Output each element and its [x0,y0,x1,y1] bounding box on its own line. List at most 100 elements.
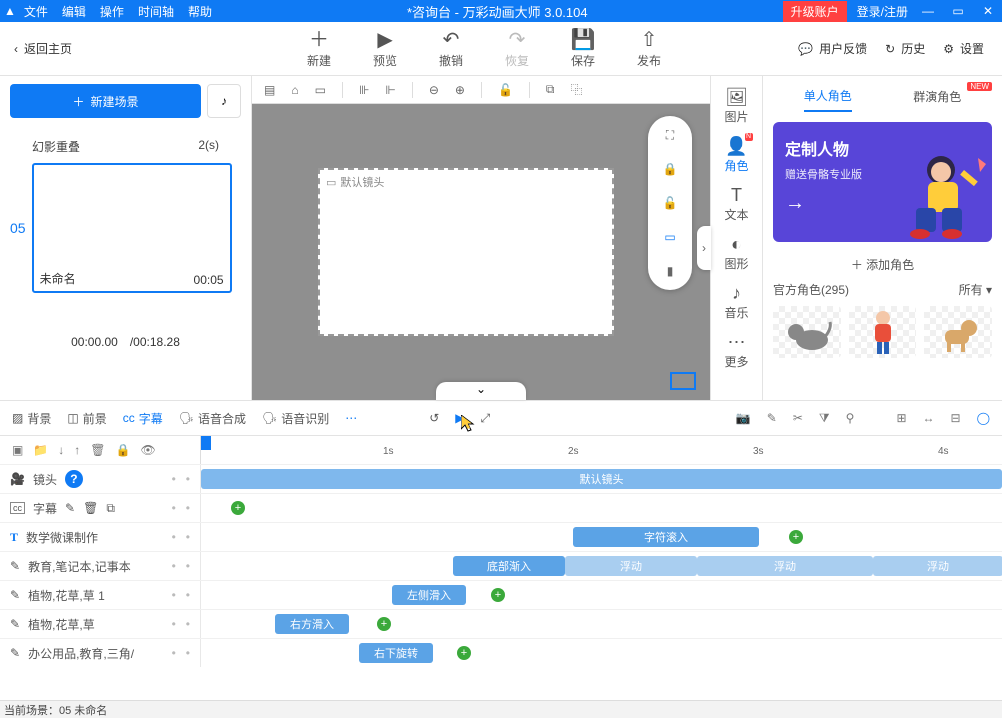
clip-bottom-in[interactable]: 底部渐入 [453,556,565,576]
toolbar-设置[interactable]: ⚙设置 [943,40,984,57]
maximize-button[interactable]: ▭ [948,4,968,18]
add-character-button[interactable]: ＋ 添加角色 [773,256,992,273]
more-icon[interactable]: ⋯ [345,411,357,425]
tab-background[interactable]: ▨背景 [12,410,51,427]
scissors-icon[interactable]: ✂ [793,411,803,426]
zoom-timeline-in-icon[interactable]: ⊞ [896,411,906,426]
character-item[interactable] [773,306,841,358]
clip-float[interactable]: 浮动 [565,556,697,576]
add-track-icon[interactable]: ▣ [12,443,23,457]
align-left-icon[interactable]: ⊪ [359,83,369,97]
character-item[interactable] [849,306,917,358]
clip-left-in[interactable]: 左侧滑入 [392,585,466,605]
arrow-down-icon[interactable]: ↓ [58,443,64,457]
menu-help[interactable]: 帮助 [188,3,212,20]
close-button[interactable]: ✕ [978,4,998,18]
add-keyframe-button[interactable]: + [491,588,505,602]
visibility-icon[interactable]: 👁 [140,443,155,457]
tab-subtitle[interactable]: cc字幕 [123,410,163,427]
expand-right-icon[interactable]: › [697,226,711,270]
tab-group-char[interactable]: 群演角色 [913,88,961,111]
toolbar-保存[interactable]: 💾保存 [550,28,616,69]
clip-scroll[interactable]: 字符滚入 [573,527,759,547]
character-item[interactable] [924,306,992,358]
playhead[interactable] [201,436,211,450]
link-icon[interactable]: ⚲ [846,411,855,426]
expand-icon[interactable]: ⤢ [481,411,491,426]
menu-file[interactable]: 文件 [24,3,48,20]
toolbar-新建[interactable]: ＋新建 [286,28,352,69]
zoom-timeline-out-icon[interactable]: ⊟ [951,411,961,426]
arrow-up-icon[interactable]: ↑ [74,443,80,457]
lock-tracks-icon[interactable]: 🔒 [116,443,131,457]
filter-icon[interactable]: ⧩ [819,411,830,426]
sidetab-图形[interactable]: ◐图形 [724,233,748,272]
tab-tts[interactable]: 🗣语音合成 [179,410,246,427]
add-keyframe-button[interactable]: + [377,617,391,631]
fullscreen-icon[interactable]: ⛶ [659,126,681,144]
copy-icon[interactable]: ⧉ [106,501,115,516]
tab-single-char[interactable]: 单人角色 [804,87,852,112]
history-icon[interactable]: ↺ [429,411,439,425]
align-center-icon[interactable]: ⊩ [385,83,395,97]
delete-icon[interactable]: 🗑 [90,443,105,457]
chevron-down-icon[interactable]: ⌄ [436,382,526,400]
layers-icon[interactable]: ▤ [264,83,275,97]
sidetab-文本[interactable]: T文本 [724,184,748,223]
menu-edit[interactable]: 编辑 [62,3,86,20]
sound-button[interactable]: ♪ [207,84,241,118]
toolbar-用户反馈[interactable]: 💬用户反馈 [798,40,867,57]
camera-clip[interactable]: 默认镜头 [201,469,1002,489]
back-home-button[interactable]: ‹ 返回主页 [0,40,86,57]
edit-icon[interactable]: ✎ [767,411,777,426]
clip-right-in[interactable]: 右方滑入 [275,614,349,634]
camera-icon[interactable]: 📷 [736,411,751,426]
mobile-view-icon[interactable]: ▮ [659,262,681,280]
filter-all-dropdown[interactable]: 所有 ▾ [959,281,992,298]
lock-view-icon[interactable]: 🔒 [659,160,681,178]
zoom-timeline-fit-icon[interactable]: ↔ [923,411,935,426]
edit-icon[interactable]: ✎ [65,501,75,515]
new-scene-button[interactable]: ＋ 新建场景 [10,84,201,118]
add-keyframe-button[interactable]: + [231,501,245,515]
new-folder-icon[interactable]: 📁 [33,443,48,457]
home-icon[interactable]: ⌂ [291,83,298,97]
toolbar-历史[interactable]: ↻历史 [885,40,925,57]
add-keyframe-button[interactable]: + [457,646,471,660]
sidetab-角色[interactable]: 👤角色N [724,135,748,174]
promo-card[interactable]: 定制人物 赠送骨骼专业版 → [773,122,992,242]
paste-icon[interactable]: ⿻ [571,81,583,98]
toolbar-发布[interactable]: ⇧发布 [616,28,682,69]
marker-icon[interactable]: ◯ [977,411,990,426]
desktop-view-icon[interactable]: ▭ [659,228,681,246]
clip-rb-rotate[interactable]: 右下旋转 [359,643,433,663]
clip-float[interactable]: 浮动 [697,556,873,576]
zoom-in-icon[interactable]: ⊕ [455,83,465,97]
sidetab-图片[interactable]: 🖼图片 [724,86,748,125]
scene-thumbnail[interactable]: 未命名 00:05 [32,163,232,293]
add-keyframe-button[interactable]: + [789,530,803,544]
time-ruler[interactable]: 1s 2s 3s 4s [200,436,1002,464]
play-icon[interactable]: ▶ [455,411,464,425]
help-icon[interactable]: ? [65,470,83,488]
minimize-button[interactable]: — [918,4,938,18]
login-button[interactable]: 登录/注册 [857,3,908,20]
zoom-out-icon[interactable]: ⊖ [429,83,439,97]
menu-timeline[interactable]: 时间轴 [138,3,174,20]
tab-foreground[interactable]: ◫前景 [67,410,106,427]
toolbar-撤销[interactable]: ↶撤销 [418,28,484,69]
stage-canvas[interactable]: ▭ 默认镜头 [318,168,614,336]
copy-icon[interactable]: ⧉ [546,82,555,97]
trash-icon[interactable]: 🗑 [83,501,98,515]
upgrade-button[interactable]: 升级账户 [783,1,847,22]
resize-indicator[interactable] [670,372,696,390]
menu-action[interactable]: 操作 [100,3,124,20]
sidetab-更多[interactable]: ⋯更多 [724,331,748,370]
sidetab-音乐[interactable]: ♪音乐 [724,282,748,321]
tab-asr[interactable]: 🗣语音识别 [262,410,329,427]
toolbar-预览[interactable]: ▶预览 [352,28,418,69]
camera-tool-icon[interactable]: ▭ [315,83,326,97]
clip-float[interactable]: 浮动 [873,556,1002,576]
lock-icon[interactable]: 🔓 [498,83,513,97]
unlock-view-icon[interactable]: 🔓 [659,194,681,212]
